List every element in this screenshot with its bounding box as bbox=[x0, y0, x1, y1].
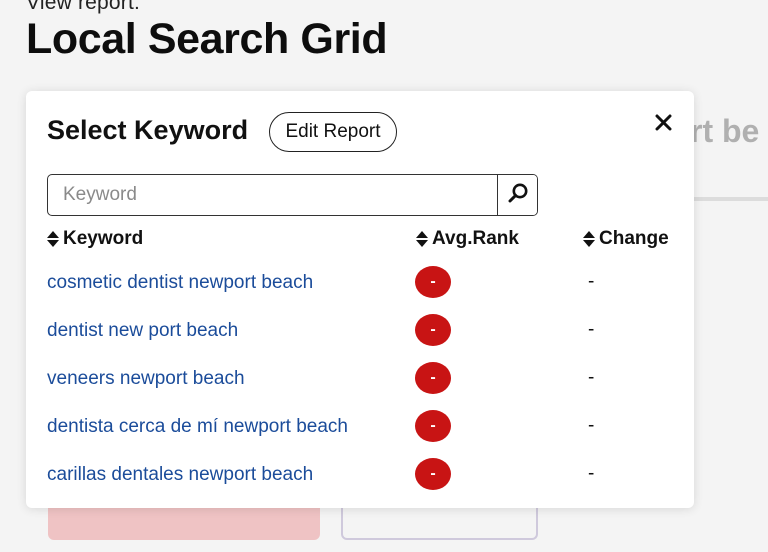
modal-title: Select Keyword bbox=[47, 115, 249, 145]
column-header-keyword-label: Keyword bbox=[63, 228, 144, 249]
column-header-avg-rank[interactable]: Avg.Rank bbox=[415, 228, 519, 250]
column-header-keyword[interactable]: Keyword bbox=[46, 228, 143, 250]
keyword-link[interactable]: dentist new port beach bbox=[47, 320, 238, 342]
change-value: - bbox=[588, 463, 595, 484]
change-value: - bbox=[588, 271, 595, 292]
close-icon[interactable] bbox=[652, 111, 674, 133]
keyword-search-input[interactable] bbox=[48, 175, 497, 215]
table-row: cosmetic dentist newport beach - - bbox=[26, 263, 694, 311]
column-header-avg-rank-label: Avg.Rank bbox=[432, 228, 519, 249]
keyword-link[interactable]: cosmetic dentist newport beach bbox=[47, 272, 313, 294]
avg-rank-badge: - bbox=[415, 362, 451, 394]
avg-rank-badge: - bbox=[415, 410, 451, 442]
keyword-link[interactable]: dentista cerca de mí newport beach bbox=[47, 416, 348, 438]
keyword-link[interactable]: veneers newport beach bbox=[47, 368, 245, 390]
select-keyword-modal: Select Keyword Edit Report Keyword Avg.R… bbox=[26, 91, 694, 508]
avg-rank-badge: - bbox=[415, 266, 451, 298]
sort-icon bbox=[416, 231, 428, 247]
table-row: veneers newport beach - - bbox=[26, 359, 694, 407]
change-value: - bbox=[588, 319, 595, 340]
avg-rank-badge: - bbox=[415, 458, 451, 490]
change-value: - bbox=[588, 415, 595, 436]
background-report-title: rt be bbox=[690, 113, 760, 149]
avg-rank-badge: - bbox=[415, 314, 451, 346]
background-divider bbox=[694, 197, 768, 201]
search-button[interactable] bbox=[497, 175, 537, 215]
view-report-label: View report: bbox=[26, 0, 141, 14]
search-icon bbox=[507, 182, 529, 209]
keyword-search-box bbox=[47, 174, 538, 216]
column-header-change-label: Change bbox=[599, 228, 669, 249]
column-header-change[interactable]: Change bbox=[582, 228, 669, 250]
sort-icon bbox=[47, 231, 59, 247]
change-value: - bbox=[588, 367, 595, 388]
table-row: dentista cerca de mí newport beach - - bbox=[26, 407, 694, 455]
table-row: dentist new port beach - - bbox=[26, 311, 694, 359]
table-row: carillas dentales newport beach - - bbox=[26, 455, 694, 503]
edit-report-button[interactable]: Edit Report bbox=[269, 112, 397, 152]
sort-icon bbox=[583, 231, 595, 247]
page-title: Local Search Grid bbox=[26, 15, 388, 63]
keyword-link[interactable]: carillas dentales newport beach bbox=[47, 464, 313, 486]
